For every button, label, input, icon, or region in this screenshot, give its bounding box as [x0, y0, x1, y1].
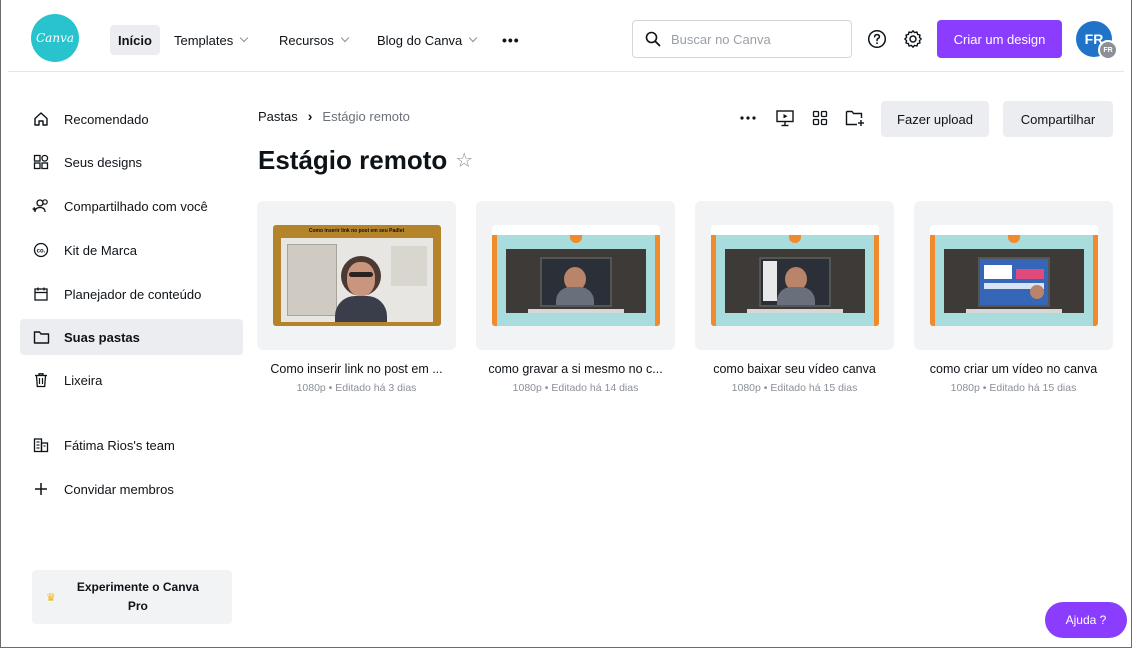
- sidebar-invite-label: Convidar membros: [64, 481, 174, 497]
- grid-view-button[interactable]: [808, 106, 832, 130]
- design-card-title[interactable]: como gravar a si mesmo no c...: [476, 362, 675, 376]
- brand-kit-icon: co.: [32, 241, 50, 259]
- sidebar-item-label: Planejador de conteúdo: [64, 286, 202, 302]
- sidebar-item-label: Kit de Marca: [64, 242, 137, 258]
- breadcrumb-root[interactable]: Pastas: [258, 109, 298, 124]
- sidebar-item-label: Lixeira: [64, 372, 103, 388]
- present-icon: [776, 110, 794, 127]
- breadcrumb-separator-icon: ›: [307, 108, 313, 124]
- video-thumbnail-image: Como inserir link no post em seu Padlet: [272, 225, 441, 326]
- design-thumbnail[interactable]: [914, 201, 1113, 350]
- sidebar-item-label: Compartilhado com você: [64, 198, 208, 214]
- sidebar-item-recomendado[interactable]: Recomendado: [20, 101, 243, 137]
- nav-templates[interactable]: Templates: [174, 25, 249, 55]
- design-card-title[interactable]: Como inserir link no post em ...: [257, 362, 456, 376]
- sidebar-item-suas-pastas[interactable]: Suas pastas: [20, 319, 243, 355]
- sidebar-item-compartilhado[interactable]: Compartilhado com você: [20, 188, 243, 224]
- design-card-title[interactable]: como criar um vídeo no canva: [914, 362, 1113, 376]
- video-thumbnail-image: [491, 225, 660, 326]
- sidebar-item-kit-de-marca[interactable]: co. Kit de Marca: [20, 232, 243, 268]
- page-title-row: Estágio remoto ☆: [258, 145, 473, 176]
- chevron-down-icon: [469, 33, 478, 43]
- present-button[interactable]: [773, 106, 797, 130]
- video-thumbnail-image: [929, 225, 1098, 326]
- plus-icon: [32, 480, 50, 498]
- grid-view-icon: [812, 110, 828, 126]
- page-title: Estágio remoto: [258, 145, 448, 175]
- calendar-icon: [32, 285, 50, 303]
- more-dots-icon: •••: [502, 32, 520, 48]
- help-label: Ajuda ?: [1065, 613, 1107, 627]
- folder-plus-icon: [845, 110, 864, 126]
- sidebar-item-label: Recomendado: [64, 111, 149, 127]
- chevron-down-icon: [240, 33, 249, 43]
- team-avatar-badge: FR: [1098, 40, 1118, 60]
- help-button[interactable]: Ajuda ?: [1045, 602, 1127, 638]
- design-thumbnail[interactable]: [695, 201, 894, 350]
- share-label: Compartilhar: [1020, 111, 1096, 127]
- upload-button[interactable]: Fazer upload: [881, 101, 989, 137]
- svg-text:co.: co.: [37, 248, 46, 254]
- canva-logo[interactable]: Canva: [31, 14, 79, 62]
- nav-recursos-label: Recursos: [279, 32, 334, 48]
- logo-text: Canva: [36, 31, 74, 45]
- video-thumbnail-image: [710, 225, 879, 326]
- create-design-label: Criar um design: [953, 31, 1046, 47]
- nav-templates-label: Templates: [174, 32, 234, 48]
- trash-icon: [32, 371, 50, 389]
- team-building-icon: [32, 436, 50, 454]
- design-card[interactable]: como baixar seu vídeo canva 1080p • Edit…: [695, 201, 894, 394]
- thumbnail-caption: Como inserir link no post em seu Padlet: [308, 228, 405, 234]
- sidebar-invite-members[interactable]: Convidar membros: [20, 471, 243, 507]
- star-icon[interactable]: ☆: [455, 148, 473, 173]
- design-card[interactable]: Como inserir link no post em seu Padlet …: [257, 201, 456, 394]
- create-design-button[interactable]: Criar um design: [937, 20, 1062, 58]
- home-icon: [32, 110, 50, 128]
- sidebar-item-lixeira[interactable]: Lixeira: [20, 362, 243, 398]
- sidebar-item-planejador[interactable]: Planejador de conteúdo: [20, 276, 243, 312]
- nav-blog[interactable]: Blog do Canva: [377, 25, 478, 55]
- sidebar-team[interactable]: Fátima Rios's team: [20, 427, 243, 463]
- design-card-title[interactable]: como baixar seu vídeo canva: [695, 362, 894, 376]
- design-card[interactable]: como criar um vídeo no canva 1080p • Edi…: [914, 201, 1113, 394]
- crown-icon: ♛: [46, 591, 56, 604]
- nav-more-button[interactable]: •••: [502, 25, 520, 55]
- breadcrumb-current: Estágio remoto: [322, 108, 410, 124]
- search-input[interactable]: [671, 31, 841, 47]
- sidebar-team-label: Fátima Rios's team: [64, 437, 175, 453]
- folder-icon: [32, 328, 50, 346]
- help-circle-icon[interactable]: [864, 26, 890, 52]
- design-card-meta: 1080p • Editado há 14 dias: [512, 382, 639, 394]
- upload-label: Fazer upload: [897, 111, 973, 127]
- try-pro-label: Experimente o Canva Pro: [76, 580, 199, 613]
- search-box[interactable]: [632, 20, 852, 58]
- more-dots-icon: [740, 116, 756, 120]
- nav-recursos[interactable]: Recursos: [279, 25, 350, 55]
- sidebar-item-label: Suas pastas: [64, 329, 140, 345]
- grid-icon: [32, 153, 50, 171]
- design-card[interactable]: como gravar a si mesmo no c... 1080p • E…: [476, 201, 675, 394]
- design-card-meta: 1080p • Editado há 15 dias: [950, 382, 1077, 394]
- design-thumbnail[interactable]: Como inserir link no post em seu Padlet: [257, 201, 456, 350]
- new-folder-button[interactable]: [843, 106, 867, 130]
- sidebar-item-label: Seus designs: [64, 154, 143, 170]
- chevron-down-icon: [340, 33, 350, 43]
- design-card-meta: 1080p • Editado há 3 dias: [296, 382, 417, 394]
- try-canva-pro-button[interactable]: ♛ Experimente o Canva Pro: [32, 570, 232, 624]
- search-icon: [645, 31, 661, 47]
- nav-inicio-label: Início: [118, 32, 152, 48]
- team-avatar-initials: FR: [1103, 46, 1113, 54]
- design-card-meta: 1080p • Editado há 15 dias: [731, 382, 858, 394]
- share-button[interactable]: Compartilhar: [1003, 101, 1113, 137]
- design-thumbnail[interactable]: [476, 201, 675, 350]
- shared-users-icon: [32, 197, 50, 215]
- more-options-button[interactable]: [736, 106, 760, 130]
- nav-inicio[interactable]: Início: [110, 25, 160, 55]
- nav-blog-label: Blog do Canva: [377, 32, 463, 48]
- sidebar-item-seus-designs[interactable]: Seus designs: [20, 144, 243, 180]
- breadcrumb: Pastas › Estágio remoto: [258, 108, 410, 124]
- settings-gear-icon[interactable]: [900, 26, 926, 52]
- top-header: Canva Início Templates Recursos Blog do …: [8, 8, 1124, 72]
